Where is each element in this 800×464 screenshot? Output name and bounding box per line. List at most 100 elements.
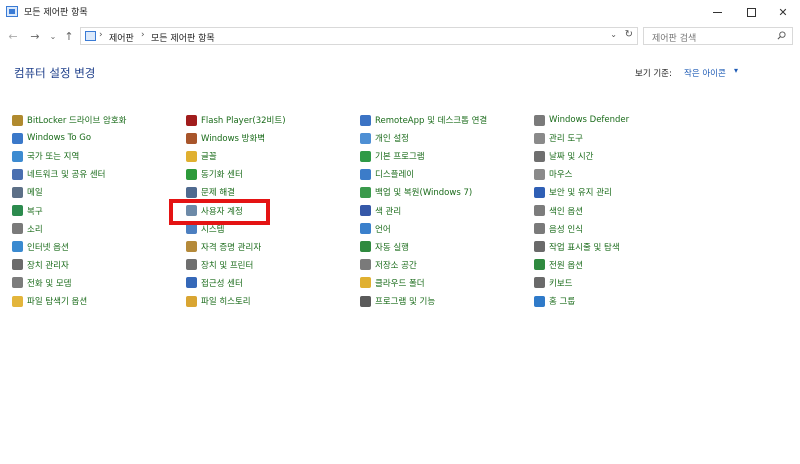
- view-by-label: 보기 기준:: [635, 69, 672, 79]
- control-panel-item[interactable]: 프로그램 및 기능: [360, 293, 435, 309]
- control-panel-item-label: 관리 도구: [549, 134, 583, 145]
- color-management-icon: [360, 205, 371, 216]
- control-panel-item[interactable]: 클라우드 폴더: [360, 275, 425, 291]
- power-options-icon: [534, 259, 545, 271]
- control-panel-item-label: 소리: [27, 224, 43, 235]
- control-panel-item[interactable]: 키보드: [534, 275, 572, 291]
- minimize-icon: [712, 11, 722, 13]
- firewall-icon: [186, 132, 197, 144]
- chevron-down-icon[interactable]: ▾: [734, 66, 738, 75]
- breadcrumb-separator[interactable]: ›: [99, 30, 103, 40]
- highlight-annotation: [169, 199, 270, 225]
- control-panel-item-label: 홈 그룹: [549, 297, 576, 307]
- control-panel-item[interactable]: 네트워크 및 공유 센터: [12, 166, 106, 182]
- control-panel-item[interactable]: 작업 표시줄 및 탐색: [534, 239, 620, 255]
- forward-button[interactable]: →: [28, 28, 42, 44]
- network-icon: [12, 168, 23, 180]
- search-icon[interactable]: [777, 31, 786, 40]
- view-by-dropdown[interactable]: 작은 아이콘: [684, 67, 726, 79]
- control-panel-item-label: 색인 옵션: [549, 206, 583, 217]
- keyboard-icon: [534, 277, 545, 289]
- indexing-options-icon: [534, 205, 545, 216]
- control-panel-item[interactable]: 색인 옵션: [534, 203, 583, 219]
- control-panel-item-label: 날짜 및 시간: [549, 152, 594, 163]
- control-panel-item[interactable]: 동기화 센터: [186, 166, 243, 182]
- minimize-button[interactable]: [700, 0, 734, 24]
- control-panel-item[interactable]: 기본 프로그램: [360, 148, 425, 164]
- control-panel-item[interactable]: 문제 해결: [186, 184, 235, 200]
- control-panel-item[interactable]: 홈 그룹: [534, 293, 575, 309]
- control-panel-item-label: 디스플레이: [375, 170, 415, 181]
- control-panel-item[interactable]: 메일: [12, 184, 43, 200]
- address-dropdown-icon[interactable]: ⌄: [610, 30, 617, 39]
- region-icon: [12, 150, 23, 162]
- breadcrumb-separator[interactable]: ›: [141, 30, 145, 40]
- control-panel-item[interactable]: 디스플레이: [360, 166, 414, 182]
- control-panel-item[interactable]: RemoteApp 및 데스크톱 연결: [360, 112, 487, 128]
- control-panel-item[interactable]: 음성 인식: [534, 221, 583, 237]
- mouse-icon: [534, 168, 545, 180]
- control-panel-item[interactable]: 개인 설정: [360, 130, 409, 146]
- control-panel-item-label: 장치 및 프린터: [201, 260, 254, 271]
- control-panel-item-label: 프로그램 및 기능: [375, 297, 436, 307]
- control-panel-item[interactable]: Windows To Go: [12, 130, 91, 146]
- control-panel-item[interactable]: 전원 옵션: [534, 257, 583, 273]
- control-panel-item[interactable]: 저장소 공간: [360, 257, 417, 273]
- control-panel-item[interactable]: 접근성 센터: [186, 275, 243, 291]
- control-panel-item[interactable]: 복구: [12, 203, 43, 219]
- control-panel-item[interactable]: 언어: [360, 221, 391, 237]
- control-panel-item[interactable]: 관리 도구: [534, 130, 583, 146]
- control-panel-item-label: 장치 관리자: [27, 260, 69, 271]
- control-panel-item[interactable]: 소리: [12, 221, 43, 237]
- windows-to-go-icon: [12, 132, 23, 144]
- control-panel-item[interactable]: 자격 증명 관리자: [186, 239, 261, 255]
- control-panel-item[interactable]: 장치 관리자: [12, 257, 69, 273]
- control-panel-item-label: 마우스: [549, 170, 573, 181]
- breadcrumb-all-items[interactable]: 모든 제어판 항목: [151, 31, 215, 44]
- control-panel-item[interactable]: 마우스: [534, 166, 572, 182]
- control-panel-item[interactable]: 장치 및 프린터: [186, 257, 253, 273]
- recent-locations-button[interactable]: ⌄: [46, 28, 60, 44]
- up-button[interactable]: ↑: [62, 28, 76, 44]
- maximize-button[interactable]: [734, 0, 768, 24]
- control-panel-item-label: 자동 실행: [375, 242, 409, 253]
- language-icon: [360, 223, 371, 235]
- search-box[interactable]: 제어판 검색: [643, 27, 793, 45]
- control-panel-item-label: 파일 탐색기 옵션: [27, 297, 88, 307]
- control-panel-item[interactable]: 인터넷 옵션: [12, 239, 69, 255]
- recovery-icon: [12, 205, 23, 216]
- control-panel-item[interactable]: 색 관리: [360, 203, 401, 219]
- control-panel-item-label: 자격 증명 관리자: [201, 242, 262, 253]
- control-panel-item[interactable]: Windows Defender: [534, 112, 629, 128]
- control-panel-item-label: 접근성 센터: [201, 278, 243, 289]
- control-panel-item-label: 네트워크 및 공유 센터: [27, 170, 106, 181]
- speech-recognition-icon: [534, 223, 545, 235]
- back-button[interactable]: ←: [6, 28, 20, 44]
- control-panel-item[interactable]: 날짜 및 시간: [534, 148, 594, 164]
- control-panel-item[interactable]: 국가 또는 지역: [12, 148, 79, 164]
- sound-icon: [12, 223, 23, 235]
- window-title: 모든 제어판 항목: [24, 8, 88, 18]
- ease-of-access-icon: [186, 277, 197, 289]
- address-bar[interactable]: › 제어판 › 모든 제어판 항목 ⌄ ↻: [80, 27, 638, 45]
- credential-manager-icon: [186, 241, 197, 253]
- phone-modem-icon: [12, 277, 23, 289]
- control-panel-item[interactable]: 자동 실행: [360, 239, 409, 255]
- control-panel-item[interactable]: 파일 탐색기 옵션: [12, 293, 87, 309]
- troubleshooting-icon: [186, 186, 197, 198]
- refresh-icon[interactable]: ↻: [625, 29, 633, 40]
- close-button[interactable]: ✕: [766, 0, 800, 24]
- control-panel-item[interactable]: BitLocker 드라이브 암호화: [12, 112, 126, 128]
- control-panel-item[interactable]: 글꼴: [186, 148, 217, 164]
- breadcrumb-control-panel[interactable]: 제어판: [109, 31, 134, 44]
- backup-restore-icon: [360, 186, 371, 198]
- control-panel-item[interactable]: 파일 히스토리: [186, 293, 251, 309]
- control-panel-item[interactable]: 전화 및 모뎀: [12, 275, 72, 291]
- control-panel-item[interactable]: Windows 방화벽: [186, 130, 265, 146]
- control-panel-item[interactable]: 백업 및 복원(Windows 7): [360, 184, 472, 200]
- control-panel-item[interactable]: Flash Player(32비트): [186, 112, 286, 128]
- storage-spaces-icon: [360, 259, 371, 271]
- page-title: 컴퓨터 설정 변경: [14, 66, 96, 80]
- search-input[interactable]: 제어판 검색: [652, 31, 696, 44]
- control-panel-item[interactable]: 보안 및 유지 관리: [534, 184, 612, 200]
